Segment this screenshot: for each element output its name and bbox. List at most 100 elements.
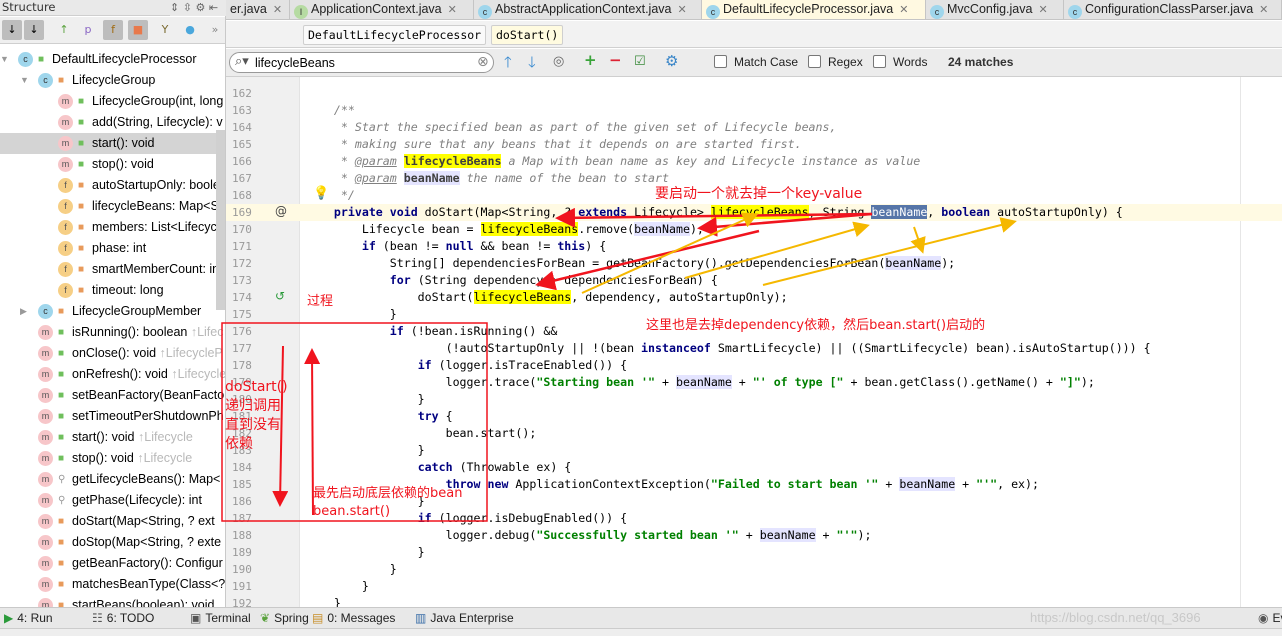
- editor-tab[interactable]: I ApplicationContext.java ✕: [290, 0, 474, 19]
- lightbulb-icon[interactable]: 💡: [313, 186, 329, 201]
- code-line[interactable]: 188 logger.debug("Successfully started b…: [226, 527, 1282, 544]
- code-line[interactable]: 165 * making sure that any beans that it…: [226, 136, 1282, 153]
- collapse-all-icon[interactable]: ⇳: [183, 1, 192, 14]
- search-field[interactable]: ⌕▾ ⊗: [229, 52, 494, 73]
- select-all-icon[interactable]: ☑: [634, 54, 646, 69]
- editor-tab[interactable]: c ConfigurationClassParser.java ✕: [1064, 0, 1282, 19]
- code-line[interactable]: 181 try {: [226, 408, 1282, 425]
- structure-item[interactable]: m ■ getBeanFactory(): Configur: [0, 553, 223, 574]
- code-line[interactable]: 164 * Start the specified bean as part o…: [226, 119, 1282, 136]
- search-input[interactable]: [255, 54, 475, 71]
- structure-item[interactable]: m ■ onRefresh(): void ↑Lifecycle: [0, 364, 225, 385]
- code-line[interactable]: 173 for (String dependency : dependencie…: [226, 272, 1282, 289]
- show-fields-icon[interactable]: f: [103, 20, 123, 40]
- tool-window-button[interactable]: ▥ Java Enterprise: [415, 611, 514, 625]
- clear-search-icon[interactable]: ⊗: [477, 54, 489, 70]
- show-inherited-icon[interactable]: ↑: [54, 20, 74, 40]
- code-line[interactable]: 190 }: [226, 561, 1282, 578]
- expand-all-icon[interactable]: ⇕: [170, 1, 179, 14]
- structure-item[interactable]: ▼ c ■ DefaultLifecycleProcessor: [0, 49, 216, 70]
- add-occurrence-icon[interactable]: +: [584, 51, 597, 69]
- code-line[interactable]: 162: [226, 85, 1282, 102]
- close-tab-icon[interactable]: ✕: [677, 4, 686, 16]
- previous-match-icon[interactable]: 🡑: [504, 52, 512, 77]
- code-line[interactable]: 179 logger.trace("Starting bean '" + bea…: [226, 374, 1282, 391]
- structure-scrollbar[interactable]: [216, 130, 225, 310]
- hide-icon[interactable]: ⇤: [209, 1, 218, 14]
- code-line[interactable]: 183 }: [226, 442, 1282, 459]
- structure-item[interactable]: ▼ c ■ LifecycleGroup: [0, 70, 216, 91]
- structure-item[interactable]: m ■ doStop(Map<String, ? exte: [0, 532, 221, 553]
- structure-item[interactable]: f ■ timeout: long: [0, 280, 216, 301]
- code-line[interactable]: 178 if (logger.isTraceEnabled()) {: [226, 357, 1282, 374]
- select-all-occurrences-icon[interactable]: ◎: [553, 54, 564, 69]
- code-line[interactable]: 177 (!autoStartupOnly || !(bean instance…: [226, 340, 1282, 357]
- code-line[interactable]: 166 * @param lifecycleBeans a Map with b…: [226, 153, 1282, 170]
- next-match-icon[interactable]: 🡓: [528, 52, 536, 77]
- structure-item[interactable]: f ■ phase: int: [0, 238, 216, 259]
- structure-item[interactable]: m ■ start(): void: [0, 133, 216, 154]
- tool-window-button[interactable]: ❦ Spring: [260, 611, 309, 625]
- code-line[interactable]: 191 }: [226, 578, 1282, 595]
- structure-item[interactable]: ▶ c ■ LifecycleGroupMember: [0, 301, 216, 322]
- more-icon[interactable]: »: [205, 20, 225, 40]
- structure-item[interactable]: m ■ doStart(Map<String, ? ext: [0, 511, 216, 532]
- gear-icon[interactable]: ⚙: [195, 1, 205, 14]
- code-line[interactable]: 184 catch (Throwable ex) {: [226, 459, 1282, 476]
- structure-item[interactable]: f ■ smartMemberCount: in: [0, 259, 219, 280]
- code-lines[interactable]: 162 163 /** 164 * Start the specified bean…: [226, 77, 1282, 607]
- breadcrumb-method[interactable]: doStart(): [491, 25, 564, 45]
- close-tab-icon[interactable]: ✕: [448, 4, 457, 16]
- close-tab-icon[interactable]: ✕: [1259, 4, 1268, 16]
- expand-arrow-icon[interactable]: ▶: [20, 301, 27, 322]
- editor-tab[interactable]: c DefaultLifecycleProcessor.java ✕: [702, 0, 926, 19]
- words-checkbox[interactable]: Words: [873, 55, 927, 69]
- code-line[interactable]: 169 private void doStart(Map<String, ? e…: [226, 204, 1282, 221]
- close-tab-icon[interactable]: ✕: [1038, 4, 1047, 16]
- sort-by-visibility-icon[interactable]: ↓: [2, 20, 22, 40]
- show-properties-icon[interactable]: p: [78, 20, 98, 40]
- match-case-checkbox[interactable]: Match Case: [714, 55, 798, 69]
- structure-item[interactable]: m ■ setBeanFactory(BeanFacto: [0, 385, 224, 406]
- structure-item[interactable]: m ■ stop(): void ↑Lifecycle: [0, 448, 216, 469]
- autoscroll-icon[interactable]: ●: [180, 20, 200, 40]
- structure-item[interactable]: m ■ LifecycleGroup(int, long: [0, 91, 223, 112]
- tool-window-button[interactable]: ◉Event: [1258, 611, 1282, 625]
- structure-item[interactable]: f ■ members: List<Lifecycl: [0, 217, 219, 238]
- tool-window-button[interactable]: ☷ 6: TODO: [92, 611, 154, 625]
- code-line[interactable]: 192 }: [226, 595, 1282, 607]
- structure-item[interactable]: f ■ lifecycleBeans: Map<St: [0, 196, 222, 217]
- structure-item[interactable]: m ⚲ getPhase(Lifecycle): int: [0, 490, 216, 511]
- editor-tab[interactable]: c AbstractApplicationContext.java ✕: [474, 0, 702, 19]
- structure-item[interactable]: m ■ stop(): void: [0, 154, 216, 175]
- editor-tab[interactable]: c MvcConfig.java ✕: [926, 0, 1064, 19]
- code-line[interactable]: 182 bean.start();: [226, 425, 1282, 442]
- code-line[interactable]: 172 String[] dependenciesForBean = getBe…: [226, 255, 1282, 272]
- structure-item[interactable]: f ■ autoStartupOnly: boole: [0, 175, 220, 196]
- show-lambdas-icon[interactable]: Y: [155, 20, 175, 40]
- structure-item[interactable]: m ■ add(String, Lifecycle): v: [0, 112, 223, 133]
- structure-item[interactable]: m ⚲ getLifecycleBeans(): Map<: [0, 469, 220, 490]
- tool-window-button[interactable]: ▶ 4: Run: [4, 611, 53, 625]
- code-line[interactable]: 171 if (bean != null && bean != this) {: [226, 238, 1282, 255]
- structure-item[interactable]: m ■ matchesBeanType(Class<?: [0, 574, 225, 595]
- tool-window-button[interactable]: ▣ Terminal: [190, 611, 251, 625]
- regex-checkbox[interactable]: Regex: [808, 55, 863, 69]
- structure-item[interactable]: m ■ onClose(): void ↑LifecycleP: [0, 343, 223, 364]
- editor-tab[interactable]: er.java ✕: [226, 0, 290, 19]
- structure-item[interactable]: m ■ start(): void ↑Lifecycle: [0, 427, 216, 448]
- code-line[interactable]: 180 }: [226, 391, 1282, 408]
- search-icon[interactable]: ⌕▾: [235, 54, 249, 69]
- tool-window-button[interactable]: ▤ 0: Messages: [312, 611, 395, 625]
- close-tab-icon[interactable]: ✕: [273, 4, 282, 16]
- collapse-arrow-icon[interactable]: ▼: [0, 49, 9, 70]
- close-tab-icon[interactable]: ✕: [899, 4, 908, 16]
- sort-alpha-icon[interactable]: ↓: [24, 20, 44, 40]
- structure-item[interactable]: m ■ startBeans(boolean): void: [0, 595, 216, 607]
- structure-item[interactable]: m ■ setTimeoutPerShutdownPh: [0, 406, 224, 427]
- filter-settings-icon[interactable]: ⚙: [665, 52, 678, 70]
- structure-item[interactable]: m ■ isRunning(): boolean ↑Lifec: [0, 322, 224, 343]
- code-line[interactable]: 163 /**: [226, 102, 1282, 119]
- code-line[interactable]: 170 Lifecycle bean = lifecycleBeans.remo…: [226, 221, 1282, 238]
- remove-occurrence-icon[interactable]: −: [609, 51, 622, 69]
